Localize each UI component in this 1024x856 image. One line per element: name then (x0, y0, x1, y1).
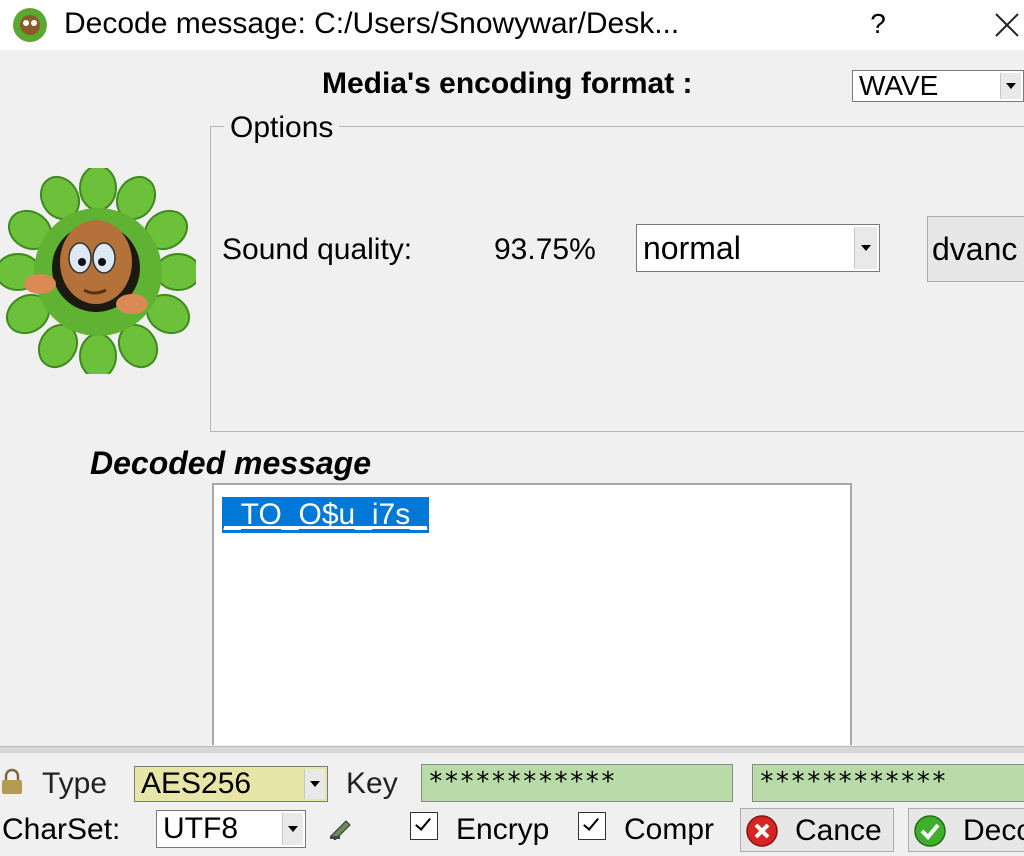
key-label: Key (346, 767, 398, 800)
charset-select[interactable]: UTF8 (156, 810, 306, 848)
advanced-button[interactable]: dvanc (927, 216, 1024, 282)
sound-quality-select[interactable]: normal (636, 224, 880, 272)
bottom-separator (0, 746, 1024, 753)
mascot-app-icon (13, 8, 47, 42)
cancel-button[interactable]: Cance (740, 808, 894, 852)
decoded-message-textarea[interactable]: _TO_O$u_i7s_ (212, 483, 852, 745)
options-group (210, 126, 1024, 432)
type-label: Type (42, 767, 108, 800)
compress-checkbox[interactable] (578, 812, 606, 840)
encoding-format-select[interactable]: WAVE (852, 70, 1024, 102)
help-button[interactable]: ? (866, 4, 890, 44)
chevron-down-icon (282, 813, 303, 845)
key-confirm-input[interactable]: ************ (752, 764, 1024, 802)
charset-label: CharSet: (2, 813, 121, 846)
encrypt-label: Encryp (456, 813, 550, 846)
chevron-down-icon (1000, 73, 1021, 99)
key-input[interactable]: ************ (421, 764, 733, 802)
encryption-type-select[interactable]: AES256 (134, 766, 328, 802)
checkmark-icon (914, 815, 946, 847)
compress-label: Compr (624, 813, 715, 846)
encoding-format-value: WAVE (859, 70, 939, 101)
decoded-message-label: Decoded message (90, 445, 372, 481)
options-legend: Options (224, 108, 340, 148)
sound-quality-label: Sound quality: (222, 233, 413, 266)
encoding-format-label: Media's encoding format : (322, 67, 693, 100)
decode-button-label: Deco (963, 814, 1024, 847)
chevron-down-icon (854, 227, 877, 269)
charset-value: UTF8 (163, 812, 238, 845)
decode-button[interactable]: Deco (908, 808, 1024, 852)
sound-quality-select-value: normal (643, 230, 741, 266)
sound-quality-value: 93.75% (494, 233, 596, 266)
lock-icon (2, 768, 22, 794)
encryption-type-value: AES256 (141, 767, 252, 800)
close-icon[interactable] (990, 6, 1024, 40)
cancel-icon (746, 815, 778, 847)
pen-icon[interactable] (328, 816, 354, 840)
encrypt-checkbox[interactable] (410, 812, 438, 840)
window-title: Decode message: C:/Users/Snowywar/Desk..… (64, 7, 680, 40)
mascot-illustration (0, 168, 196, 374)
cancel-button-label: Cance (795, 814, 882, 847)
chevron-down-icon (304, 769, 325, 799)
decoded-message-text[interactable]: _TO_O$u_i7s_ (222, 497, 429, 533)
